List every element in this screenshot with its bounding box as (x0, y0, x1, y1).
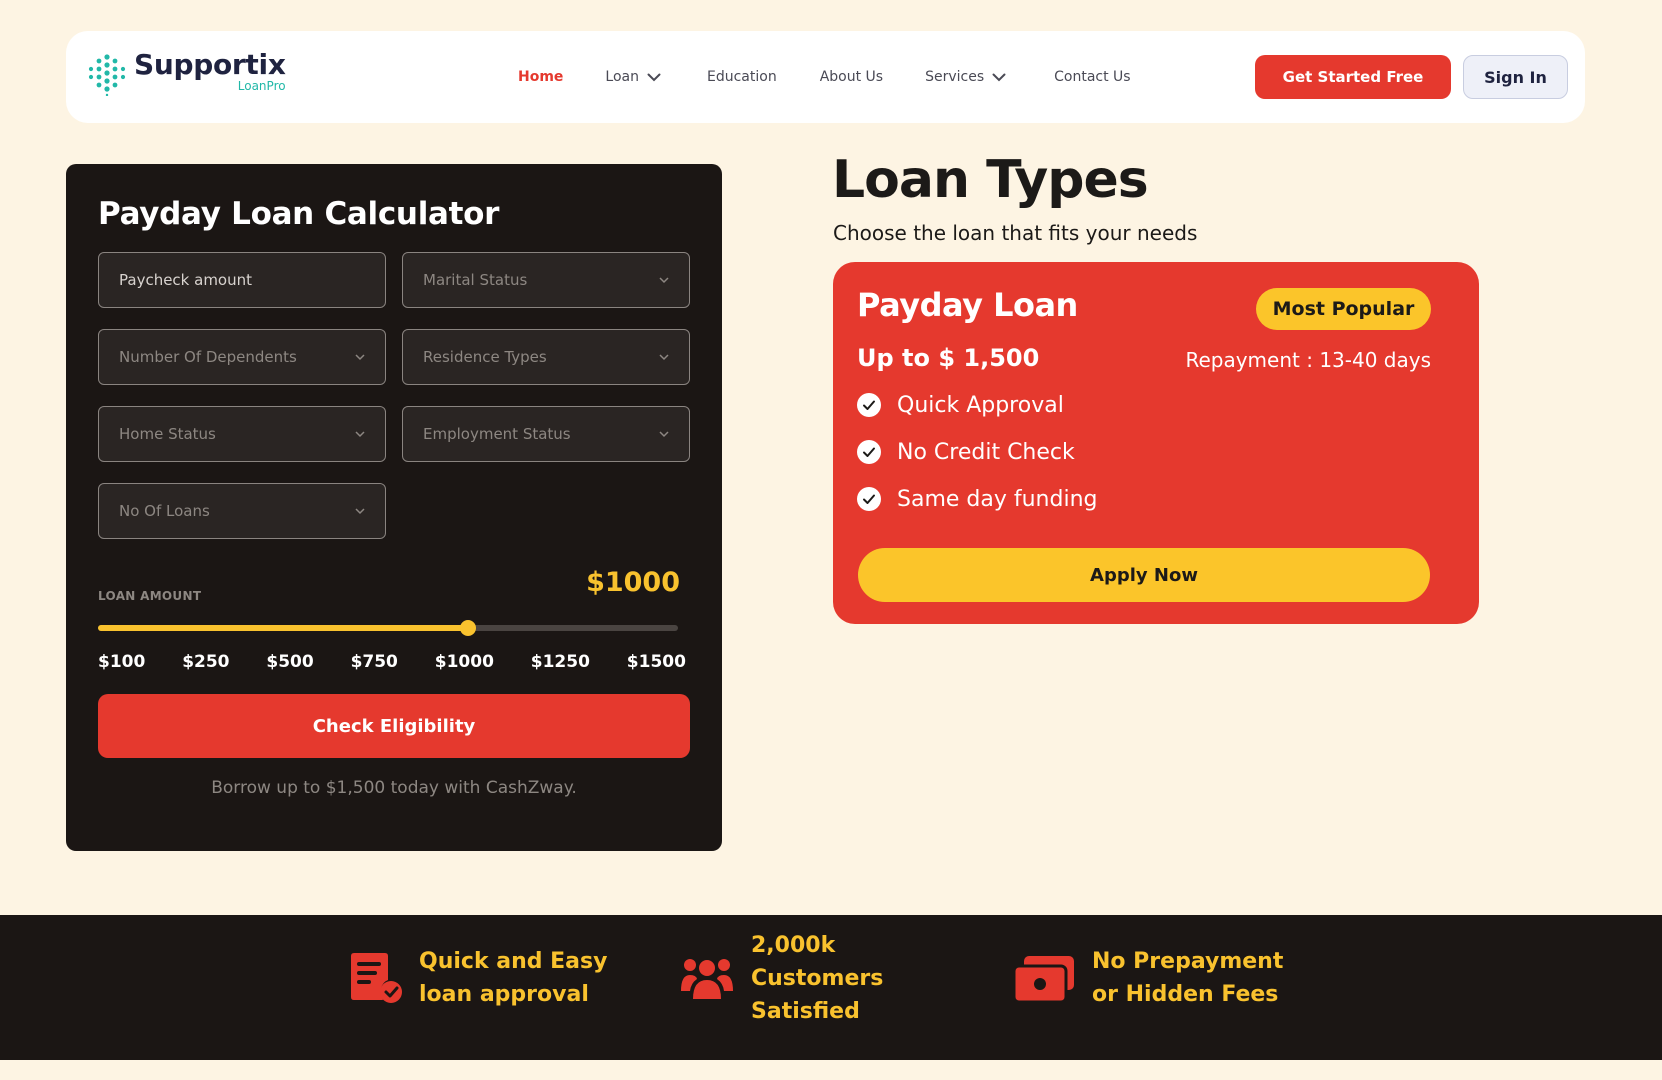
list-item: No Credit Check (857, 440, 1097, 465)
chevron-down-icon (355, 507, 365, 514)
logo[interactable]: Supportix LoanPro (86, 51, 286, 96)
highlight-customers: 2,000k Customers Satisfied (679, 929, 883, 1028)
nav-about-us[interactable]: About Us (820, 69, 883, 85)
card-amount: Up to $ 1,500 (857, 344, 1040, 372)
slider-tick: $250 (182, 652, 230, 672)
loan-calculator: Payday Loan Calculator Paycheck amount M… (66, 164, 722, 851)
most-popular-badge: Most Popular (1256, 288, 1431, 330)
loan-amount-slider[interactable] (98, 620, 678, 636)
payday-loan-card: Payday Loan Most Popular Up to $ 1,500 R… (833, 262, 1479, 624)
loan-types-subtitle: Choose the loan that fits your needs (833, 221, 1198, 245)
chevron-down-icon (647, 73, 661, 81)
employment-status-select[interactable]: Employment Status (402, 406, 690, 462)
slider-tick: $500 (266, 652, 314, 672)
chevron-down-icon (659, 430, 669, 437)
check-circle-icon (857, 440, 881, 464)
logo-subtitle: LoanPro (237, 79, 286, 93)
logo-name: Supportix (134, 48, 286, 81)
home-status-select[interactable]: Home Status (98, 406, 386, 462)
list-item: Quick Approval (857, 393, 1097, 418)
customers-icon (681, 958, 733, 999)
paycheck-amount-input[interactable]: Paycheck amount (98, 252, 386, 308)
card-title: Payday Loan (857, 286, 1078, 324)
navbar: Supportix LoanPro Home Loan Education Ab… (66, 31, 1585, 123)
nav-contact-us[interactable]: Contact Us (1054, 69, 1130, 85)
chevron-down-icon (659, 353, 669, 360)
feature-list: Quick Approval No Credit Check Same day … (857, 393, 1097, 534)
cash-icon (1012, 956, 1074, 1004)
slider-fill (98, 625, 468, 631)
highlights-band: Quick and Easy loan approval 2,000k Cust… (0, 915, 1662, 1060)
marital-status-select[interactable]: Marital Status (402, 252, 690, 308)
chevron-down-icon (355, 353, 365, 360)
nav-loan[interactable]: Loan (605, 69, 661, 85)
dependents-select[interactable]: Number Of Dependents (98, 329, 386, 385)
get-started-button[interactable]: Get Started Free (1255, 55, 1451, 99)
card-repayment: Repayment : 13-40 days (1185, 348, 1431, 372)
number-of-loans-select[interactable]: No Of Loans (98, 483, 386, 539)
slider-tick: $1500 (626, 652, 686, 672)
nav-services[interactable]: Services (925, 69, 1006, 85)
sign-in-button[interactable]: Sign In (1463, 55, 1568, 99)
loan-amount-value: $1000 (586, 567, 680, 598)
slider-ticks: $100 $250 $500 $750 $1000 $1250 $1500 (98, 652, 686, 672)
slider-tick: $100 (98, 652, 146, 672)
logo-dots-icon (88, 54, 126, 96)
apply-now-button[interactable]: Apply Now (858, 548, 1430, 602)
nav-home[interactable]: Home (518, 69, 563, 85)
slider-tick: $1250 (530, 652, 590, 672)
main-nav: Home Loan Education About Us Services Co… (518, 31, 1131, 123)
slider-thumb[interactable] (460, 620, 476, 636)
chevron-down-icon (992, 73, 1006, 81)
slider-tick: $750 (350, 652, 398, 672)
calculator-note: Borrow up to $1,500 today with CashZway. (211, 778, 577, 798)
document-check-icon (351, 953, 402, 1003)
residence-type-select[interactable]: Residence Types (402, 329, 690, 385)
check-circle-icon (857, 487, 881, 511)
calculator-title: Payday Loan Calculator (98, 196, 500, 232)
highlight-quick-approval: Quick and Easy loan approval (347, 945, 607, 1011)
highlight-no-fees: No Prepayment or Hidden Fees (1012, 945, 1283, 1011)
list-item: Same day funding (857, 487, 1097, 512)
check-circle-icon (857, 393, 881, 417)
chevron-down-icon (355, 430, 365, 437)
loan-types-title: Loan Types (832, 150, 1149, 210)
check-eligibility-button[interactable]: Check Eligibility (98, 694, 690, 758)
loan-amount-label: LOAN AMOUNT (98, 589, 202, 603)
nav-education[interactable]: Education (707, 69, 777, 85)
slider-tick: $1000 (434, 652, 494, 672)
chevron-down-icon (659, 276, 669, 283)
